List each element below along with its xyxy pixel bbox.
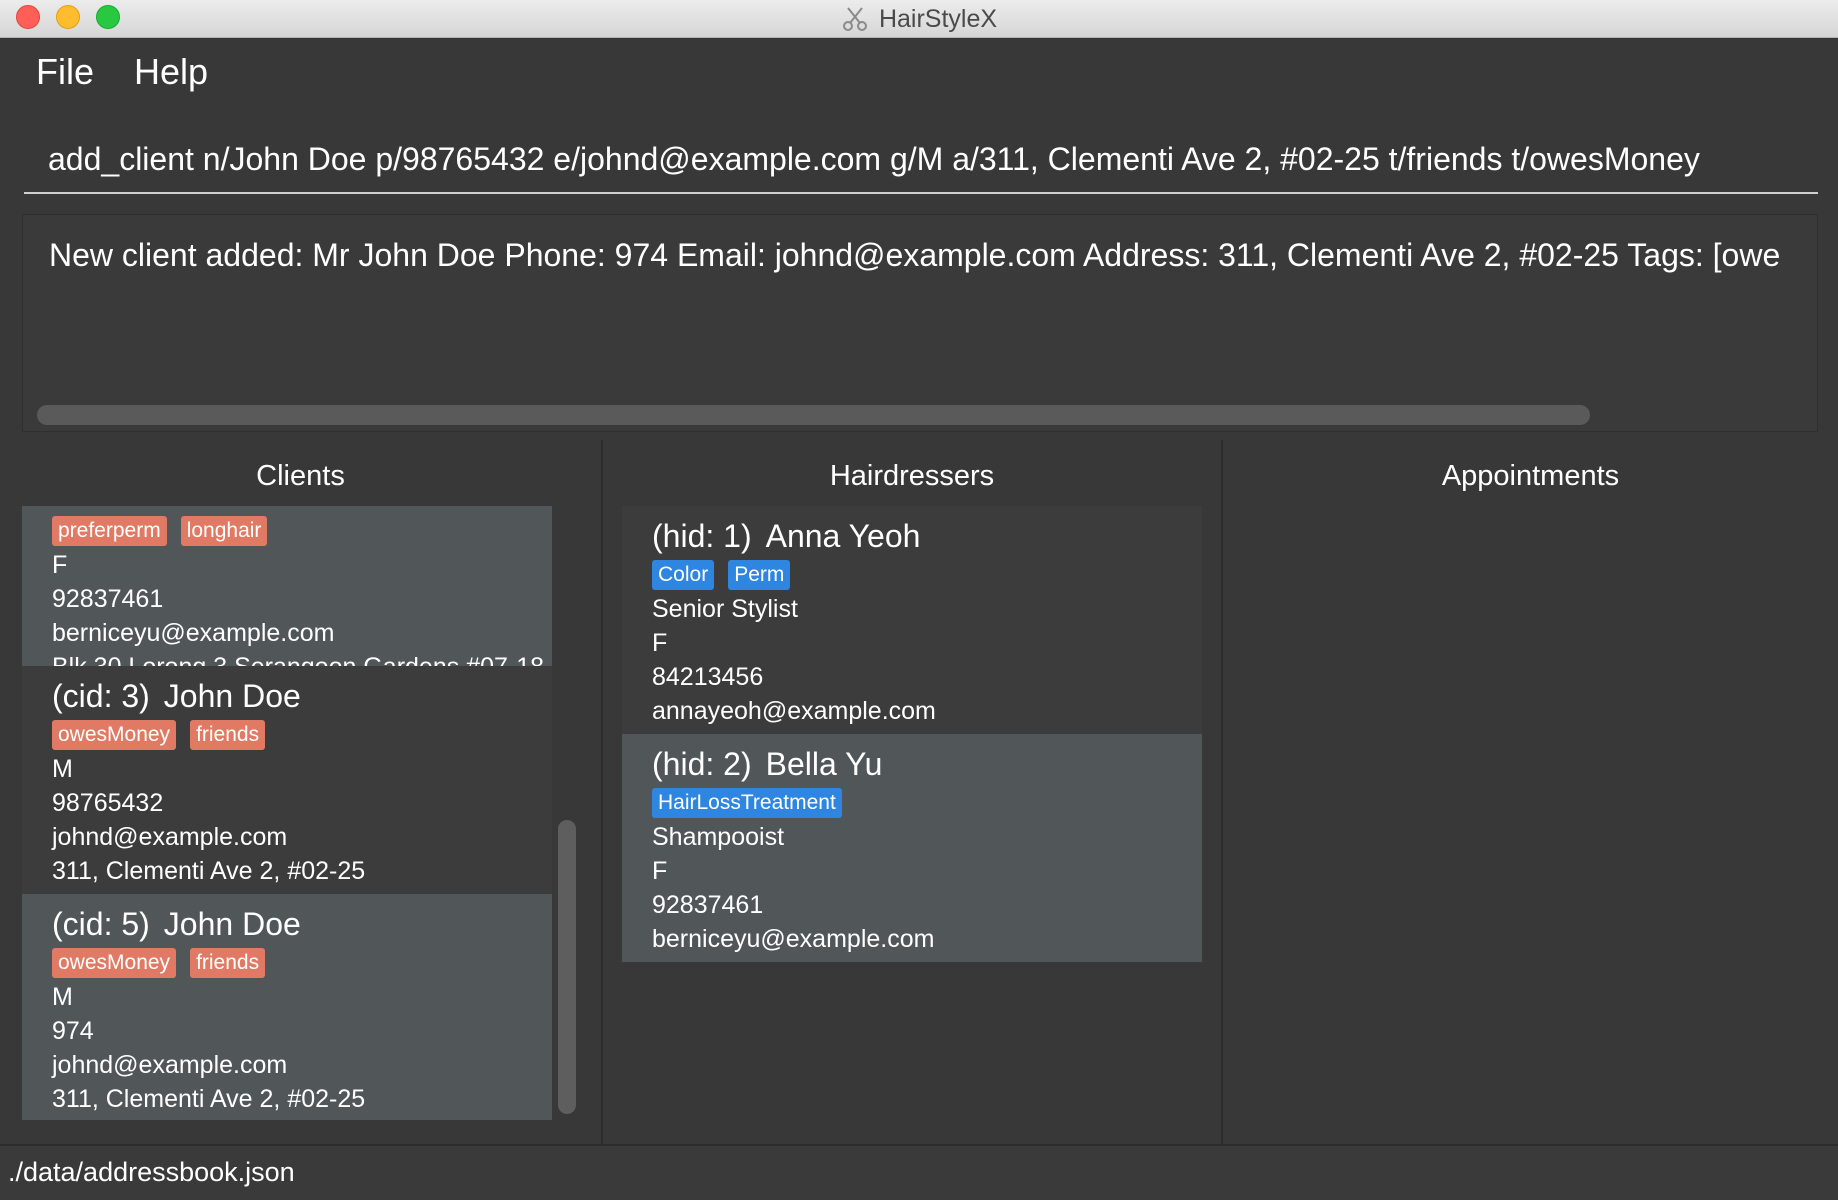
command-box (0, 106, 1838, 206)
client-tags: owesMoney friends (52, 946, 552, 980)
appointments-panel: Appointments (1223, 440, 1838, 1144)
client-tag: friends (190, 948, 266, 978)
hairdresser-header: (hid: 2) Bella Yu (652, 746, 1202, 786)
client-email: berniceyu@example.com (52, 619, 335, 647)
hairdresser-card[interactable]: (hid: 1) Anna Yeoh Color Perm Senior Styl… (622, 506, 1202, 734)
appointments-title: Appointments (1441, 460, 1620, 492)
appointment-list[interactable] (1243, 506, 1818, 1120)
client-card[interactable]: (cid: 5) John Doe owesMoney friends M 974… (22, 894, 552, 1120)
client-email: johnd@example.com (52, 823, 288, 851)
client-gender: F (52, 551, 68, 579)
hairdresser-name: Anna Yeoh (765, 518, 921, 554)
hairdresser-card[interactable]: (hid: 2) Bella Yu HairLossTreatment Shamp… (622, 734, 1202, 962)
client-phone: 92837461 (52, 585, 164, 613)
client-id: (cid: 5) (52, 906, 150, 942)
hairdresser-gender: F (652, 629, 668, 657)
client-email: johnd@example.com (52, 1051, 288, 1079)
client-tag: preferperm (52, 516, 167, 546)
hairdresser-email: annayeoh@example.com (652, 697, 936, 725)
clients-title: Clients (256, 460, 345, 492)
client-id: (cid: 3) (52, 678, 150, 714)
client-tags: owesMoney friends (52, 718, 552, 752)
hairdresser-gender: F (652, 857, 668, 885)
hairdresser-id: (hid: 2) (652, 746, 752, 782)
client-list-scrollbar[interactable] (558, 820, 576, 1114)
hairdresser-tag: HairLossTreatment (652, 788, 842, 818)
client-list[interactable]: preferperm longhair F 92837461 berniceyu… (22, 506, 552, 1120)
client-tag: friends (190, 720, 266, 750)
hairdresser-name: Bella Yu (765, 746, 883, 782)
result-horizontal-scrollbar[interactable] (37, 405, 1590, 425)
client-header: (cid: 3) John Doe (52, 678, 552, 718)
client-tags: preferperm longhair (52, 514, 552, 548)
result-display[interactable]: New client added: Mr John Doe Phone: 974… (22, 214, 1818, 432)
hairdresser-list[interactable]: (hid: 1) Anna Yeoh Color Perm Senior Styl… (622, 506, 1202, 966)
client-card[interactable]: (cid: 3) John Doe owesMoney friends M 987… (22, 666, 552, 894)
status-bar: ./data/addressbook.json (0, 1144, 1838, 1200)
menu-file[interactable]: File (36, 51, 94, 93)
main-panels: Clients preferperm longhair F 92837461 b… (0, 440, 1838, 1144)
scissors-icon (842, 7, 867, 31)
hairdressers-panel: Hairdressers (hid: 1) Anna Yeoh Color Per… (603, 440, 1223, 1144)
hairdresser-tag: Color (652, 560, 715, 590)
save-location: ./data/addressbook.json (8, 1157, 295, 1187)
title-bar: HairStyleX (0, 0, 1838, 38)
hairdresser-phone: 84213456 (652, 663, 764, 691)
client-tag: owesMoney (52, 720, 177, 750)
client-name: John Doe (163, 678, 301, 714)
client-tag: owesMoney (52, 948, 177, 978)
hairdresser-email: berniceyu@example.com (652, 925, 935, 953)
client-phone: 98765432 (52, 789, 164, 817)
menu-bar: File Help (0, 38, 1838, 106)
client-header: (cid: 5) John Doe (52, 906, 552, 946)
client-address: 311, Clementi Ave 2, #02-25 (52, 1085, 366, 1113)
window-title: HairStyleX (878, 4, 998, 33)
client-gender: M (52, 983, 73, 1011)
hairdresser-tags: HairLossTreatment (652, 786, 1202, 820)
result-display-area: New client added: Mr John Doe Phone: 974… (0, 206, 1838, 440)
hairdresser-tag: Perm (728, 560, 791, 590)
hairdressers-title: Hairdressers (829, 460, 995, 492)
hairdresser-header: (hid: 1) Anna Yeoh (652, 518, 1202, 558)
result-message: New client added: Mr John Doe Phone: 974… (49, 237, 1781, 273)
client-gender: M (52, 755, 73, 783)
hairdresser-phone: 92837461 (652, 891, 764, 919)
command-input[interactable] (24, 126, 1818, 194)
menu-help[interactable]: Help (134, 51, 208, 93)
hairdresser-id: (hid: 1) (652, 518, 752, 554)
client-name: John Doe (163, 906, 301, 942)
client-tag: longhair (180, 516, 268, 546)
client-phone: 974 (52, 1017, 94, 1045)
client-address: 311, Clementi Ave 2, #02-25 (52, 857, 366, 885)
hairdresser-tags: Color Perm (652, 558, 1202, 592)
hairdresser-title: Shampooist (652, 823, 785, 851)
hairdresser-title: Senior Stylist (652, 595, 798, 623)
clients-panel: Clients preferperm longhair F 92837461 b… (0, 440, 603, 1144)
